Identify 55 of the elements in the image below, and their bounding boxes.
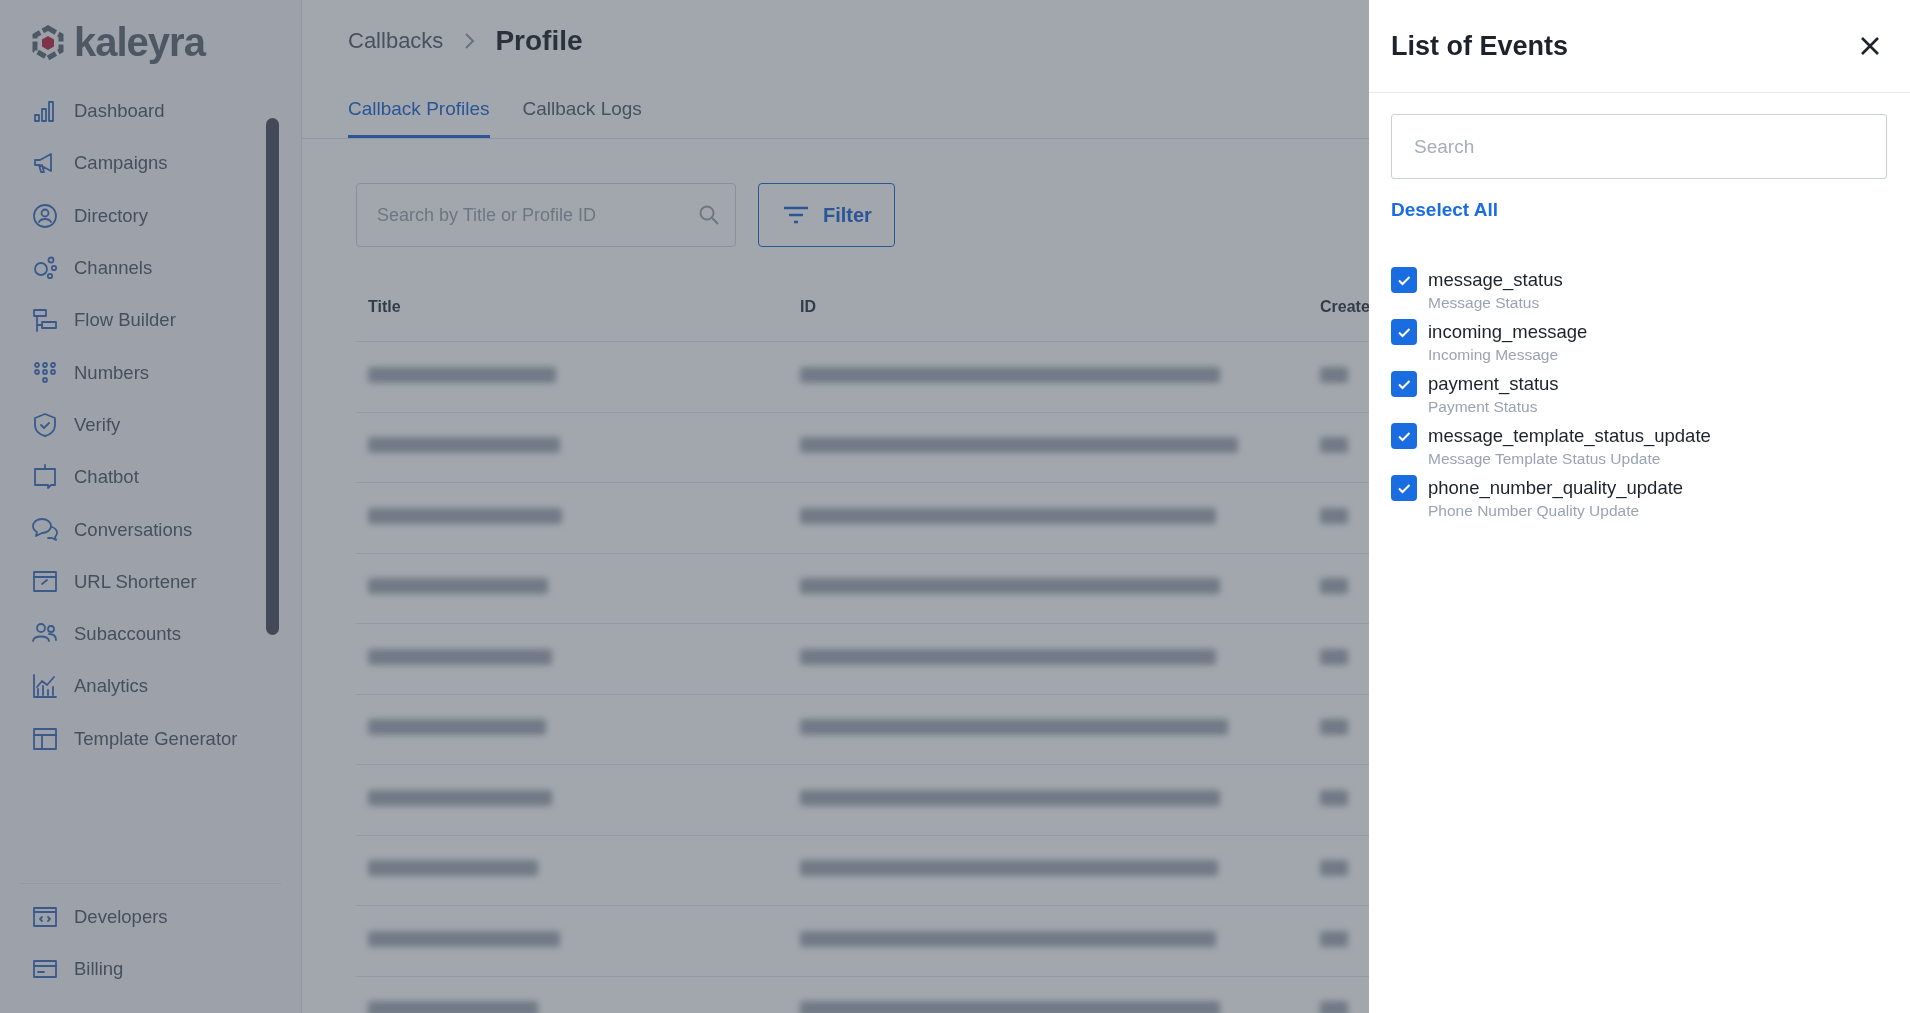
- shield-check-icon: [32, 411, 58, 438]
- checkbox[interactable]: [1391, 423, 1417, 449]
- event-name: incoming_message: [1428, 320, 1588, 345]
- column-header: Title: [367, 298, 402, 316]
- sidebar-item[interactable]: Developers: [20, 890, 281, 943]
- chat-bubbles-icon: [32, 516, 58, 543]
- page-title: Profile: [495, 25, 583, 57]
- filter-icon: [783, 205, 809, 225]
- checkbox[interactable]: [1391, 475, 1417, 501]
- event-description: Payment Status: [1428, 397, 1539, 416]
- dial-pad-icon: [32, 359, 58, 386]
- blurred-text: [1320, 719, 1348, 736]
- tab[interactable]: Callback Logs: [522, 82, 642, 138]
- checkbox[interactable]: [1391, 267, 1417, 293]
- filter-button[interactable]: Filter: [758, 183, 895, 247]
- checkbox[interactable]: [1391, 319, 1417, 345]
- growth-chart-icon: [32, 673, 58, 700]
- user-circle-icon: [32, 202, 58, 229]
- sidebar-item[interactable]: Template Generator: [0, 712, 301, 765]
- breadcrumb-link[interactable]: Callbacks: [348, 28, 444, 54]
- event-name: message_template_status_update: [1428, 424, 1711, 449]
- flowchart-icon: [32, 307, 58, 334]
- column-header: ID: [800, 298, 817, 316]
- deselect-all-link[interactable]: Deselect All: [1391, 199, 1498, 221]
- logo-icon: [30, 24, 66, 61]
- nodes-icon: [32, 255, 58, 282]
- column-header: Create: [1320, 298, 1371, 316]
- event-description: Incoming Message: [1428, 345, 1560, 364]
- blurred-text: [1320, 437, 1348, 454]
- blurred-text: [1320, 1001, 1348, 1013]
- blurred-text: [1320, 860, 1348, 877]
- event-name: payment_status: [1428, 372, 1559, 397]
- search-icon: [698, 204, 720, 226]
- panel-title: List of Events: [1391, 30, 1569, 62]
- event-name: message_status: [1428, 268, 1563, 293]
- event-description: Phone Number Quality Update: [1428, 501, 1641, 520]
- blurred-text: [1320, 366, 1348, 383]
- event-name: phone_number_quality_update: [1428, 476, 1684, 501]
- chevron-right-icon: [463, 32, 476, 50]
- event-description: Message Status: [1428, 293, 1541, 312]
- blurred-text: [1320, 789, 1348, 806]
- blurred-text: [1320, 648, 1348, 665]
- blurred-text: [1320, 507, 1348, 524]
- template-icon: [32, 725, 58, 752]
- sidebar-item[interactable]: Billing: [20, 942, 281, 995]
- scrollbar-thumb[interactable]: [266, 118, 279, 635]
- brand-name: kaleyra: [74, 20, 205, 65]
- close-icon: [1860, 36, 1880, 56]
- sidebar-item[interactable]: Analytics: [0, 660, 301, 713]
- search-field[interactable]: Search: [1391, 114, 1887, 179]
- tab[interactable]: Callback Profiles: [348, 82, 490, 138]
- event-description: Message Template Status Update: [1428, 449, 1662, 468]
- blurred-text: [1320, 930, 1348, 947]
- checkbox[interactable]: [1391, 371, 1417, 397]
- blurred-text: [1320, 578, 1348, 595]
